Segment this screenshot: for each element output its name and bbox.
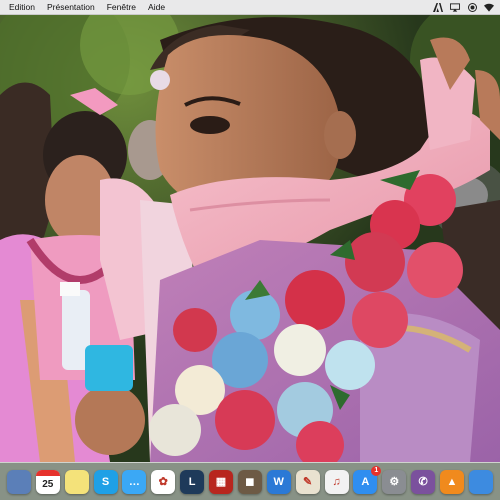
dock-glyph: ✎ <box>303 476 313 488</box>
calendar-icon[interactable]: 25 <box>35 469 60 494</box>
dock-glyph: A <box>361 475 370 488</box>
messages-icon[interactable]: … <box>122 469 147 494</box>
textedit-icon[interactable]: ✎ <box>295 469 320 494</box>
photo-image <box>0 15 500 462</box>
dock-glyph: ▦ <box>215 476 227 488</box>
menu-presentation[interactable]: Présentation <box>41 0 101 14</box>
image-capture-icon[interactable]: ◼ <box>237 469 262 494</box>
viber-icon[interactable]: ✆ <box>411 469 436 494</box>
dock-glyph: ✆ <box>418 476 428 488</box>
screen-mirror-icon[interactable] <box>450 2 460 12</box>
notes-icon[interactable] <box>64 469 89 494</box>
dock-glyph: ▲ <box>446 475 458 488</box>
itunes-icon[interactable]: ♫ <box>324 469 349 494</box>
dock-glyph: ⚙ <box>389 476 400 488</box>
wifi-icon[interactable] <box>484 3 494 12</box>
calendar-day: 25 <box>42 478 54 490</box>
calendar-header <box>35 469 60 476</box>
dock: 25 S … ✿ L ▦ ◼ W ✎ ♫ A 1 ⚙ ✆ ▲ <box>0 462 500 500</box>
skype-icon[interactable]: S <box>93 469 118 494</box>
vlc-icon[interactable]: ▲ <box>440 469 464 494</box>
status-area <box>433 2 500 12</box>
photos-icon[interactable]: ✿ <box>151 469 176 494</box>
dock-glyph: ♫ <box>332 475 341 488</box>
record-icon[interactable] <box>467 2 477 12</box>
dock-glyph: L <box>188 475 196 488</box>
dock-glyph: ✿ <box>158 476 168 488</box>
notification-badge: 1 <box>371 465 382 476</box>
dock-glyph: … <box>128 475 140 488</box>
lightroom-icon[interactable]: L <box>180 469 205 494</box>
menu-bar: Edition Présentation Fenêtre Aide <box>0 0 500 15</box>
photo-viewer <box>0 15 500 462</box>
menu-edition[interactable]: Edition <box>0 0 41 14</box>
word-icon[interactable]: W <box>266 469 291 494</box>
dock-glyph: W <box>273 475 284 488</box>
system-preferences-icon[interactable]: ⚙ <box>382 469 407 494</box>
preview-icon[interactable] <box>6 469 31 494</box>
app-store-icon[interactable]: A1 <box>353 465 382 494</box>
finder-icon[interactable] <box>468 469 493 494</box>
menu-fenetre[interactable]: Fenêtre <box>101 0 142 14</box>
menu-aide[interactable]: Aide <box>142 0 171 14</box>
photo-booth-icon[interactable]: ▦ <box>209 469 233 494</box>
adobe-icon[interactable] <box>433 2 443 12</box>
dock-glyph: S <box>101 475 110 488</box>
dock-glyph: ◼ <box>245 476 255 488</box>
